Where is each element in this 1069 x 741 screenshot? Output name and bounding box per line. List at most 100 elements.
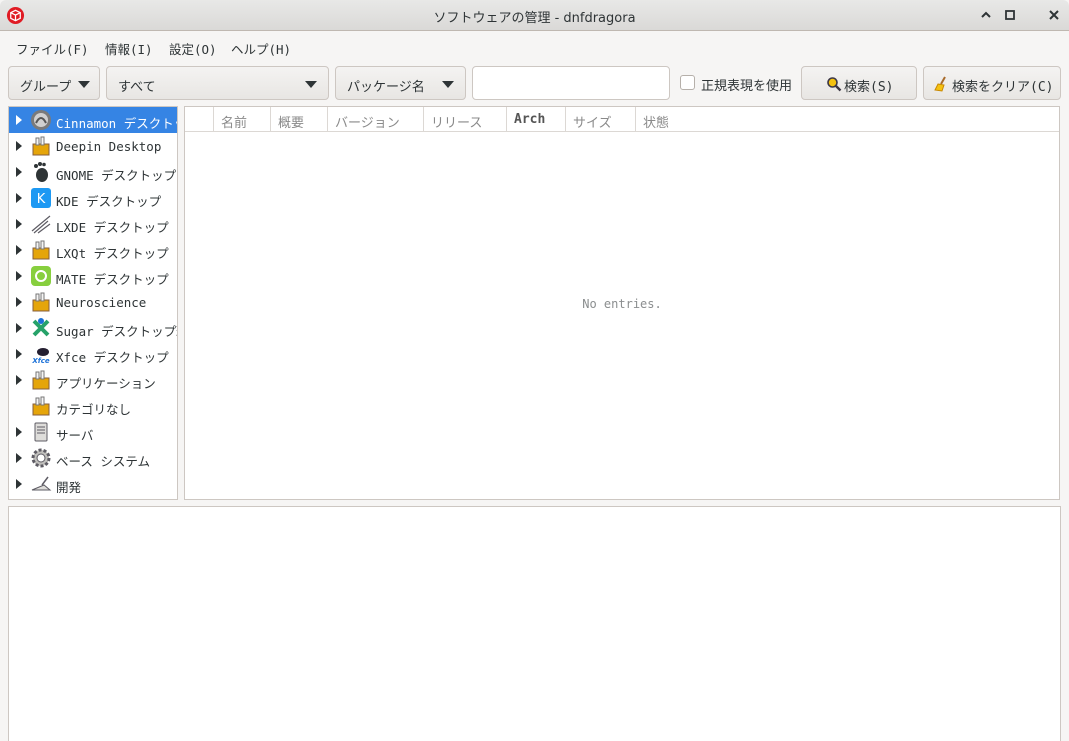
group-label: Sugar デスクトップ環境 xyxy=(56,324,177,339)
expander-icon[interactable] xyxy=(16,349,22,359)
chevron-down-icon xyxy=(305,81,317,88)
column-header-arch[interactable]: Arch xyxy=(507,107,566,132)
group-gnome[interactable]: GNOME デスクトップ xyxy=(9,159,177,185)
group-label: KDE デスクトップ xyxy=(56,194,162,209)
group-kde[interactable]: K KDE デスクトップ xyxy=(9,185,177,211)
xfce-icon: Xfce xyxy=(31,348,50,365)
clear-search-button[interactable]: 検索をクリア(C) xyxy=(923,66,1061,100)
empty-list-message: No entries. xyxy=(582,297,662,311)
chevron-down-icon xyxy=(442,81,454,88)
package-group-icon xyxy=(32,396,50,416)
clear-search-label: 検索をクリア(C) xyxy=(952,80,1054,95)
group-base-system[interactable]: ベース システム xyxy=(9,445,177,471)
group-label: GNOME デスクトップ xyxy=(56,168,177,183)
group-uncategorized[interactable]: カテゴリなし xyxy=(9,393,177,419)
filter-dropdown[interactable]: すべて xyxy=(106,66,329,100)
package-group-icon xyxy=(32,370,50,390)
column-header-name[interactable]: 名前 xyxy=(214,107,271,132)
group-label: ベース システム xyxy=(56,454,151,469)
window-title: ソフトウェアの管理 - dnfdragora xyxy=(433,11,636,26)
broom-icon xyxy=(934,76,946,92)
group-mate[interactable]: MATE デスクトップ xyxy=(9,263,177,289)
expander-icon[interactable] xyxy=(16,297,22,307)
package-group-icon xyxy=(32,240,50,260)
expander-icon[interactable] xyxy=(16,375,22,385)
expander-icon[interactable] xyxy=(16,323,22,333)
maximize-icon[interactable] xyxy=(1001,6,1019,24)
group-label: Deepin Desktop xyxy=(56,139,162,154)
expander-icon[interactable] xyxy=(16,167,22,177)
cinnamon-icon xyxy=(31,110,51,130)
package-group-icon xyxy=(32,292,50,312)
menu-info[interactable]: 情報(I) xyxy=(105,39,153,58)
expander-icon[interactable] xyxy=(16,141,22,151)
column-header-release[interactable]: リリース xyxy=(424,107,507,132)
gnome-foot-icon xyxy=(34,162,48,182)
search-button-label: 検索(S) xyxy=(844,80,894,95)
expander-icon[interactable] xyxy=(16,245,22,255)
group-cinnamon[interactable]: Cinnamon デスクトップ xyxy=(9,107,177,133)
expander-icon[interactable] xyxy=(16,271,22,281)
group-label: Neuroscience xyxy=(56,295,147,310)
package-list[interactable]: 名前 概要 バージョン リリース Arch サイズ 状態 No entries. xyxy=(184,106,1060,500)
regex-checkbox[interactable] xyxy=(680,75,695,90)
sugar-icon xyxy=(32,318,50,337)
group-label: アプリケーション xyxy=(56,376,156,391)
group-label: サーバ xyxy=(56,428,94,443)
expander-icon[interactable] xyxy=(16,193,22,203)
group-lxde[interactable]: LXDE デスクトップ xyxy=(9,211,177,237)
view-mode-value: グループ xyxy=(20,80,72,95)
group-label: Xfce デスクトップ xyxy=(56,350,169,365)
group-xfce[interactable]: Xfce Xfce デスクトップ xyxy=(9,341,177,367)
gear-icon xyxy=(31,448,51,468)
column-header-size[interactable]: サイズ xyxy=(566,107,636,132)
kde-icon: K xyxy=(31,188,51,208)
search-input[interactable] xyxy=(472,66,670,100)
development-icon xyxy=(31,476,52,491)
view-mode-dropdown[interactable]: グループ xyxy=(8,66,100,100)
minimize-icon[interactable] xyxy=(977,6,995,24)
group-applications[interactable]: アプリケーション xyxy=(9,367,177,393)
regex-label: 正規表現を使用 xyxy=(701,79,793,94)
chevron-down-icon xyxy=(78,81,90,88)
server-icon xyxy=(34,422,48,442)
group-lxqt[interactable]: LXQt デスクトップ xyxy=(9,237,177,263)
package-group-icon xyxy=(32,136,50,156)
close-icon[interactable] xyxy=(1045,6,1063,24)
title-bar: ソフトウェアの管理 - dnfdragora xyxy=(0,0,1069,31)
group-label: 開発 xyxy=(56,480,82,495)
group-development[interactable]: 開発 xyxy=(9,471,177,497)
group-servers[interactable]: サーバ xyxy=(9,419,177,445)
search-button[interactable]: 検索(S) xyxy=(801,66,917,100)
group-label: カテゴリなし xyxy=(56,402,132,417)
menu-help[interactable]: ヘルプ(H) xyxy=(231,39,291,58)
column-header-status[interactable]: 状態 xyxy=(636,107,1059,132)
group-label: LXDE デスクトップ xyxy=(56,220,169,235)
column-header-summary[interactable]: 概要 xyxy=(271,107,328,132)
group-label: Cinnamon デスクトップ xyxy=(56,116,177,131)
group-label: LXQt デスクトップ xyxy=(56,246,169,261)
expander-icon[interactable] xyxy=(16,115,22,125)
group-label: MATE デスクトップ xyxy=(56,272,169,287)
package-info-panel[interactable] xyxy=(8,506,1061,741)
mate-icon xyxy=(31,266,51,286)
svg-text:K: K xyxy=(37,192,46,207)
expander-icon[interactable] xyxy=(16,479,22,489)
expander-icon[interactable] xyxy=(16,427,22,437)
expander-icon[interactable] xyxy=(16,219,22,229)
menu-file[interactable]: ファイル(F) xyxy=(16,39,89,58)
search-icon xyxy=(827,77,842,92)
menu-settings[interactable]: 設定(O) xyxy=(169,39,217,58)
group-tree[interactable]: Cinnamon デスクトップ Deepin Desktop GNOME デスク… xyxy=(8,106,178,500)
lxde-icon xyxy=(31,215,51,234)
group-neuroscience[interactable]: Neuroscience xyxy=(9,289,177,315)
expander-icon[interactable] xyxy=(16,453,22,463)
column-header-select[interactable] xyxy=(185,107,214,132)
menu-bar: ファイル(F) 情報(I) 設定(O) ヘルプ(H) xyxy=(0,31,1069,59)
svg-text:Xfce: Xfce xyxy=(31,357,50,365)
search-field-value: パッケージ名 xyxy=(347,80,425,95)
search-field-dropdown[interactable]: パッケージ名 xyxy=(335,66,466,100)
group-sugar[interactable]: Sugar デスクトップ環境 xyxy=(9,315,177,341)
column-header-version[interactable]: バージョン xyxy=(328,107,424,132)
group-deepin[interactable]: Deepin Desktop xyxy=(9,133,177,159)
